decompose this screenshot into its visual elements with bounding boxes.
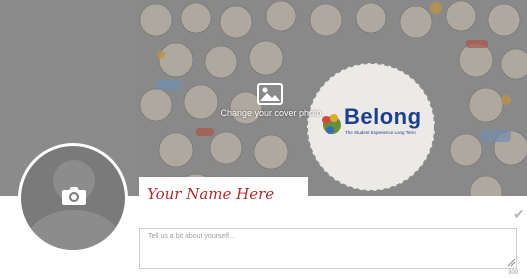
resize-grip-icon[interactable] (507, 258, 516, 267)
profile-name-field[interactable]: Your Name Here (139, 177, 308, 210)
avatar-body-silhouette (25, 210, 123, 250)
change-cover-photo-label: Change your cover photo (220, 108, 322, 118)
logo-tagline: The Student Experience Long Term (345, 130, 416, 135)
character-limit-counter: 300 (508, 270, 519, 276)
camera-icon (62, 187, 86, 205)
profile-name-text: Your Name Here (147, 185, 275, 203)
change-cover-photo-button[interactable]: Change your cover photo (205, 78, 337, 128)
logo-wordmark: Belong (344, 104, 422, 129)
profile-avatar[interactable] (18, 143, 128, 253)
image-icon (257, 83, 283, 105)
about-yourself-textarea[interactable] (139, 228, 517, 269)
confirm-check-icon[interactable]: ✔ (513, 206, 525, 223)
